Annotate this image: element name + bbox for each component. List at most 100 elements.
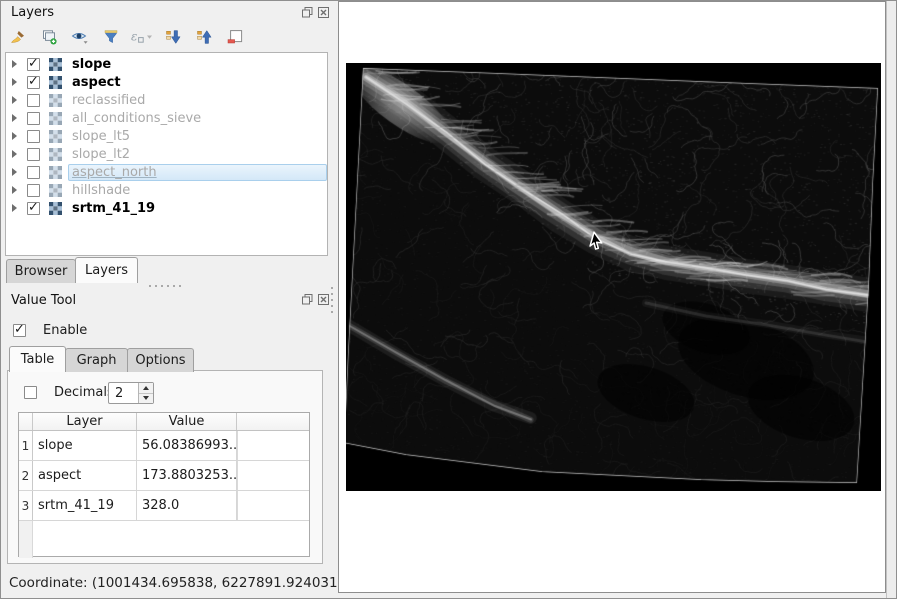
value-tool-tabbar: Table GraphOptions: [9, 346, 194, 372]
layers-panel-title: Layers: [11, 5, 54, 20]
eye-icon: [71, 29, 89, 45]
layer-label[interactable]: all_conditions_sieve: [72, 111, 201, 126]
expander-icon[interactable]: [12, 204, 17, 212]
expander-icon[interactable]: [12, 150, 17, 158]
expander-icon[interactable]: [12, 96, 17, 104]
remove-layer-button[interactable]: [224, 27, 246, 47]
map-canvas[interactable]: [338, 1, 886, 593]
layer-label[interactable]: aspect_north: [72, 165, 157, 180]
layer-label[interactable]: reclassified: [72, 93, 145, 108]
tab-layers[interactable]: Layers: [75, 257, 138, 283]
expand-all-button[interactable]: [162, 27, 184, 47]
expander-icon[interactable]: [12, 132, 17, 140]
dock-tabbar: Browser Layers: [6, 257, 138, 283]
raster-layer-icon: [49, 202, 62, 215]
row-number: 2: [19, 461, 33, 490]
decimals-spinbox[interactable]: 2: [108, 382, 154, 404]
layer-visibility-checkbox[interactable]: [27, 112, 40, 125]
layer-visibility-checkbox[interactable]: [27, 130, 40, 143]
layer-visibility-checkbox[interactable]: [27, 94, 40, 107]
add-group-icon: [41, 29, 58, 45]
manage-map-themes-button[interactable]: [69, 27, 91, 47]
layer-item-slope_lt2[interactable]: slope_lt2: [6, 145, 327, 163]
expander-icon[interactable]: [12, 60, 17, 68]
collapse-all-button[interactable]: [193, 27, 215, 47]
window-right-margin: [886, 1, 897, 599]
remove-layer-icon: [227, 29, 243, 45]
layer-item-slope_lt5[interactable]: slope_lt5: [6, 127, 327, 145]
qgis-window: Layers ε slope aspect reclassified all_c…: [0, 0, 897, 599]
coordinate-status: Coordinate: (1001434.695838, 6227891.924…: [9, 572, 343, 594]
layer-item-aspect[interactable]: aspect: [6, 73, 327, 91]
column-header-value[interactable]: Value: [137, 413, 237, 430]
layer-label[interactable]: slope_lt2: [72, 147, 130, 162]
float-icon[interactable]: [301, 293, 314, 306]
tab-table[interactable]: Table: [9, 346, 66, 372]
layer-tree: slope aspect reclassified all_conditions…: [5, 52, 328, 256]
raster-layer-icon: [49, 76, 62, 89]
float-icon[interactable]: [301, 6, 314, 19]
layer-label[interactable]: hillshade: [72, 183, 130, 198]
filter-by-expression-button[interactable]: ε: [131, 27, 153, 47]
expander-icon[interactable]: [12, 168, 17, 176]
value-tool-title: Value Tool: [11, 293, 76, 308]
map-cursor-icon: [587, 230, 607, 252]
column-header-layer[interactable]: Layer: [33, 413, 137, 430]
layer-item-aspect_north[interactable]: aspect_north: [6, 163, 327, 181]
layer-item-reclassified[interactable]: reclassified: [6, 91, 327, 109]
close-icon[interactable]: [317, 6, 330, 19]
layer-visibility-checkbox[interactable]: [27, 148, 40, 161]
layer-visibility-checkbox[interactable]: [27, 58, 40, 71]
layer-label[interactable]: slope: [72, 57, 111, 72]
expand-all-icon: [165, 29, 182, 45]
table-corner: [19, 413, 33, 430]
layer-cell: aspect: [33, 461, 137, 490]
row-number: 1: [19, 431, 33, 460]
value-table: Layer Value 1slope56.08386993...2aspect1…: [18, 412, 310, 557]
table-row: 3srtm_41_19328.0: [19, 491, 309, 521]
filter-legend-button[interactable]: [100, 27, 122, 47]
layer-visibility-checkbox[interactable]: [27, 184, 40, 197]
spin-down-icon[interactable]: [139, 393, 153, 404]
layer-visibility-checkbox[interactable]: [27, 202, 40, 215]
brush-icon: [9, 29, 27, 45]
value-tool-table-page: Decimals 2 Layer Value 1slope56.08386993…: [7, 370, 323, 564]
expander-icon[interactable]: [12, 78, 17, 86]
svg-text:ε: ε: [131, 30, 137, 44]
raster-layer-icon: [49, 130, 62, 143]
layer-label[interactable]: srtm_41_19: [72, 201, 155, 216]
tab-options[interactable]: Options: [127, 348, 194, 372]
layer-visibility-checkbox[interactable]: [27, 166, 40, 179]
add-group-button[interactable]: [38, 27, 60, 47]
tab-label: Table: [21, 352, 55, 367]
layer-item-srtm_41_19[interactable]: srtm_41_19: [6, 199, 327, 217]
layer-label[interactable]: slope_lt5: [72, 129, 130, 144]
layer-item-slope[interactable]: slope: [6, 55, 327, 73]
epsilon-icon: ε: [130, 29, 154, 45]
close-icon[interactable]: [317, 293, 330, 306]
decimals-checkbox[interactable]: [24, 386, 37, 399]
layers-toolbar: ε: [7, 26, 246, 48]
layer-label[interactable]: aspect: [72, 75, 121, 90]
value-cell: 328.0: [137, 491, 237, 520]
raster-layer-icon: [49, 58, 62, 71]
value-cell: 173.8803253...: [137, 461, 237, 490]
panel-splitter-handle[interactable]: [149, 285, 183, 287]
layer-item-all_conditions_sieve[interactable]: all_conditions_sieve: [6, 109, 327, 127]
decimals-label: Decimals: [54, 385, 114, 400]
enable-label: Enable: [43, 323, 87, 338]
dock-splitter-handle[interactable]: [331, 287, 333, 313]
enable-checkbox[interactable]: [13, 324, 26, 337]
spin-up-icon[interactable]: [139, 383, 153, 393]
raster-layer-icon: [49, 94, 62, 107]
tab-graph[interactable]: Graph: [65, 348, 128, 372]
raster-layer-icon: [49, 184, 62, 197]
layer-visibility-checkbox[interactable]: [27, 76, 40, 89]
tab-label: Browser: [15, 264, 68, 279]
layer-cell: slope: [33, 431, 137, 460]
tab-browser[interactable]: Browser: [6, 259, 76, 283]
expander-icon[interactable]: [12, 114, 17, 122]
expander-icon[interactable]: [12, 186, 17, 194]
open-layer-styling-button[interactable]: [7, 27, 29, 47]
layer-item-hillshade[interactable]: hillshade: [6, 181, 327, 199]
